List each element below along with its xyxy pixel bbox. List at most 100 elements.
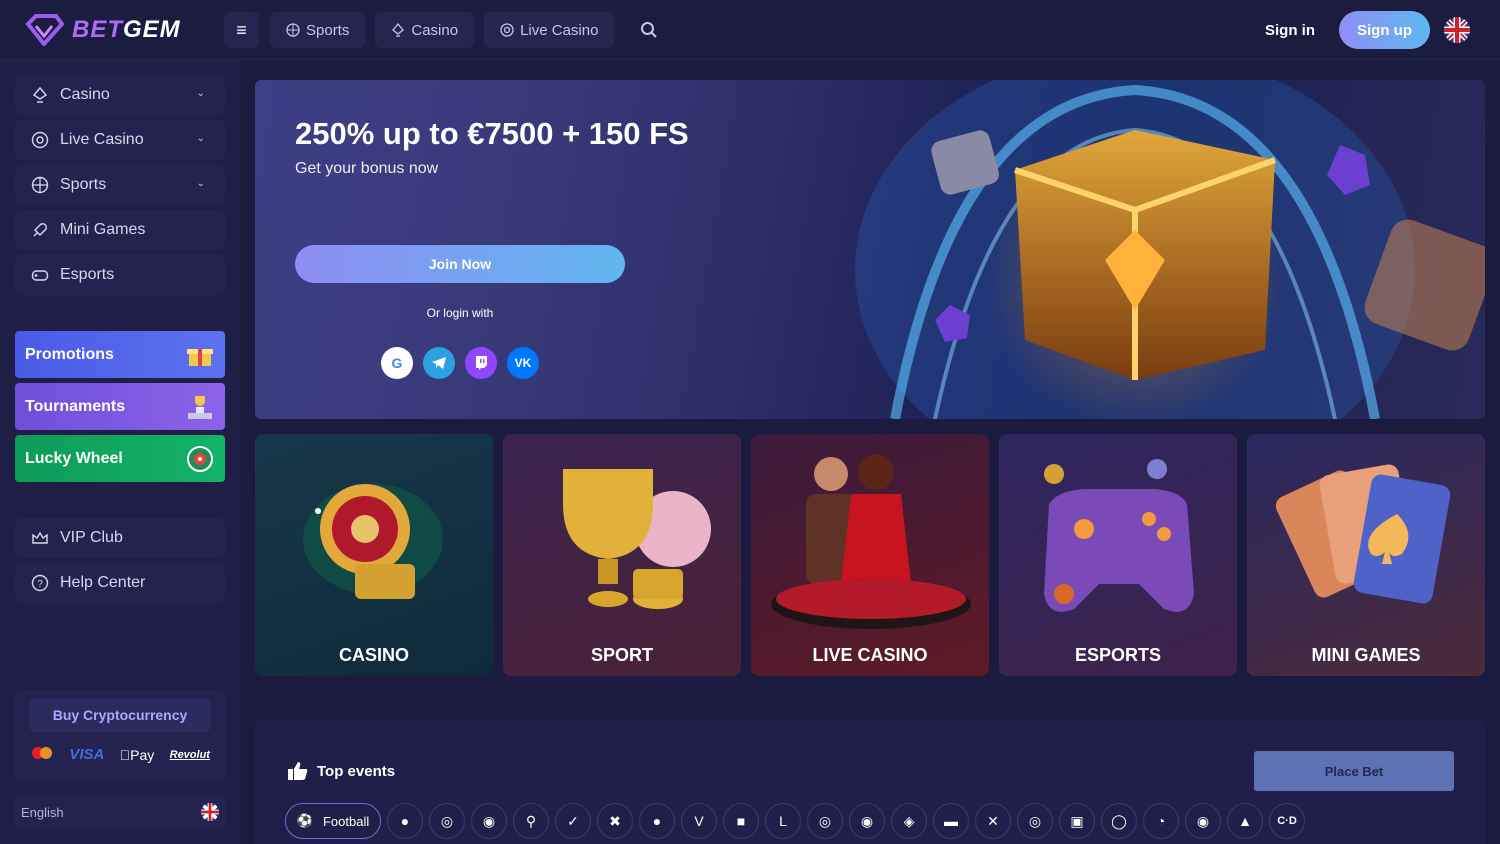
promo-label: Lucky Wheel [25, 449, 123, 467]
logo-text: BETGEM [72, 16, 181, 43]
category-label: ESPORTS [1074, 645, 1162, 665]
overwatch-icon[interactable]: ▲ [1227, 803, 1263, 839]
american-football-icon[interactable]: ◈ [891, 803, 927, 839]
lucky-wheel-button[interactable]: Lucky Wheel [15, 435, 225, 482]
promotions-button[interactable]: Promotions [15, 331, 225, 378]
nav-sports[interactable]: Sports [270, 12, 366, 48]
sports-ball-icon [286, 23, 300, 37]
language-selector[interactable]: English [15, 795, 225, 829]
sidebar-item-label: Mini Games [60, 221, 146, 238]
esports-hockey-icon[interactable]: ◉ [1185, 803, 1221, 839]
call-of-duty-icon[interactable]: C·D [1269, 803, 1305, 839]
live-casino-icon [500, 23, 514, 37]
football-icon: ⚽ [296, 813, 313, 828]
sidebar-item-casino[interactable]: Casino ⌄ [15, 75, 225, 115]
crown-icon [30, 529, 50, 547]
google-icon[interactable]: G [381, 347, 413, 379]
category-live-casino[interactable]: LIVE CASINO [751, 434, 989, 676]
tournaments-button[interactable]: Tournaments [15, 383, 225, 430]
sidebar-item-label: Live Casino [60, 131, 144, 148]
chevron-down-icon: ⌄ [196, 178, 205, 189]
promo-label: Tournaments [25, 397, 126, 415]
basketball-icon[interactable]: ● [387, 803, 423, 839]
place-bet-button[interactable]: Place Bet [1254, 751, 1454, 791]
casino-icon [30, 86, 50, 104]
crossed-swords-icon[interactable]: ✖ [597, 803, 633, 839]
nav-casino-label: Casino [411, 21, 459, 39]
cards-icon [1275, 464, 1451, 604]
esports-basketball-icon[interactable]: ◉ [849, 803, 885, 839]
nav-casino[interactable]: Casino [375, 12, 475, 48]
payment-logos: VISA Pay Revolut [30, 746, 210, 763]
casino-icon [392, 23, 405, 37]
wheel-icon [175, 435, 225, 482]
table-tennis-icon[interactable]: ⚲ [513, 803, 549, 839]
chevron-down-icon: ⌄ [196, 88, 205, 99]
top-header: BETGEM ≡ Sports Casino Live Casino Sign … [0, 0, 1500, 60]
sidebar-item-live-casino[interactable]: Live Casino ⌄ [15, 120, 225, 160]
sidebar-item-esports[interactable]: Esports [15, 255, 225, 295]
gift-icon [175, 331, 225, 378]
hockey-sticks-icon[interactable]: ✕ [975, 803, 1011, 839]
dota-icon[interactable]: ■ [723, 803, 759, 839]
sign-up-button[interactable]: Sign up [1339, 11, 1430, 49]
hockey-puck-icon[interactable]: ▬ [933, 803, 969, 839]
promo-banner: 250% up to €7500 + 150 FS Get your bonus… [255, 80, 1485, 419]
visa-logo: VISA [69, 746, 105, 763]
uk-flag-icon[interactable] [1444, 17, 1470, 43]
apple-pay-logo: Pay [120, 746, 155, 763]
nav-live-casino[interactable]: Live Casino [484, 12, 615, 48]
league-icon[interactable]: L [765, 803, 801, 839]
category-label: MINI GAMES [1311, 645, 1421, 665]
sports-filter: ⚽ Football ● ◎ ◉ ⚲ ✓ ✖ ● V ■ L ◎ ◉ ◈ ▬ ✕ … [285, 803, 1305, 839]
category-casino[interactable]: CASINO [255, 434, 493, 676]
mastercard-icon [30, 746, 54, 763]
rugby-icon[interactable]: ◯ [1101, 803, 1137, 839]
sidebar-item-label: Casino [60, 86, 110, 103]
sidebar-item-vip-club[interactable]: VIP Club [15, 518, 225, 558]
search-button[interactable] [631, 12, 667, 48]
revolut-logo: Revolut [169, 748, 210, 761]
tennis-icon[interactable]: ● [639, 803, 675, 839]
sidebar-item-help-center[interactable]: ? Help Center [15, 563, 225, 603]
gamepad-icon [30, 266, 50, 284]
sidebar-item-mini-games[interactable]: Mini Games [15, 210, 225, 250]
banner-title: 250% up to €7500 + 150 FS [295, 116, 689, 151]
counter-strike-icon[interactable]: ✓ [555, 803, 591, 839]
gem-logo-icon [25, 14, 64, 46]
top-events-title: Top events [287, 761, 395, 781]
category-mini-games[interactable]: MINI GAMES [1247, 434, 1485, 676]
join-now-button[interactable]: Join Now [295, 245, 625, 283]
social-login: G VK [381, 347, 539, 379]
banner-subtitle: Get your bonus now [295, 160, 439, 177]
search-icon [641, 22, 657, 38]
twitch-icon[interactable] [465, 347, 497, 379]
sport-filter-label: Football [322, 813, 370, 829]
buy-crypto-button[interactable]: Buy Cryptocurrency [30, 698, 210, 732]
vk-icon[interactable]: VK [507, 347, 539, 379]
promo-label: Promotions [25, 345, 114, 363]
or-login-with: Or login with [426, 306, 494, 320]
volleyball-icon[interactable]: ◎ [429, 803, 465, 839]
category-sport[interactable]: SPORT [503, 434, 741, 676]
thumbs-up-icon [288, 762, 308, 780]
hamburger-icon: ≡ [236, 19, 247, 40]
esports-ball-icon[interactable]: ◉ [471, 803, 507, 839]
sport-filter-football[interactable]: ⚽ Football [285, 803, 381, 839]
darts-icon[interactable]: ◎ [807, 803, 843, 839]
menu-button[interactable]: ≡ [224, 12, 259, 48]
svg-text:?: ? [37, 579, 43, 590]
betgem-logo[interactable]: BETGEM [24, 14, 181, 46]
sidebar-item-sports[interactable]: Sports ⌄ [15, 165, 225, 205]
baseball-icon[interactable]: ◔ [1143, 803, 1179, 839]
valorant-icon[interactable]: V [681, 803, 717, 839]
buy-crypto-panel: Buy Cryptocurrency VISA Pay Revolut [15, 690, 225, 780]
sign-in-button[interactable]: Sign in [1252, 12, 1328, 48]
handball-icon[interactable]: ◎ [1017, 803, 1053, 839]
mma-icon[interactable]: ▣ [1059, 803, 1095, 839]
nav-sports-label: Sports [306, 21, 350, 39]
top-events-label: Top events [317, 762, 396, 780]
telegram-icon[interactable] [423, 347, 455, 379]
category-esports[interactable]: ESPORTS [999, 434, 1237, 676]
category-label: CASINO [338, 645, 409, 665]
